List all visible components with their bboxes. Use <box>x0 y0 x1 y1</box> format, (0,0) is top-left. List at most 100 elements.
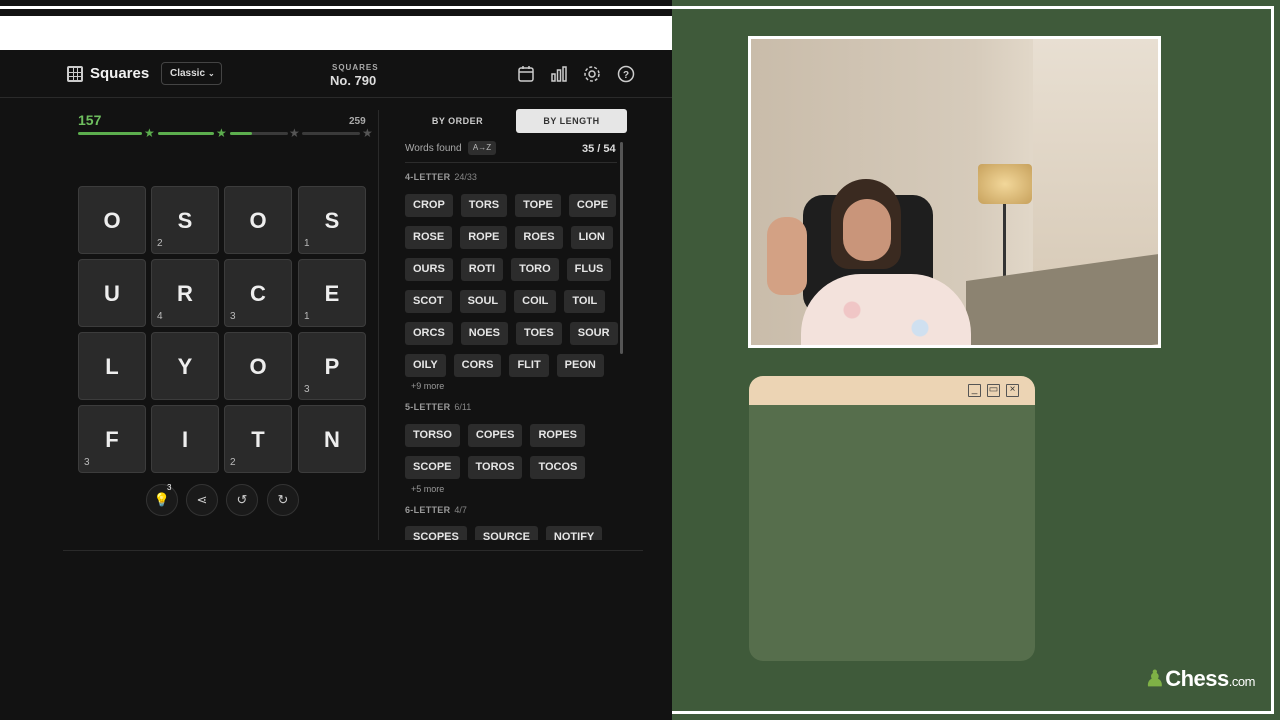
found-word[interactable]: TOES <box>515 322 562 345</box>
section-title: 6-LETTER <box>405 505 451 515</box>
found-word[interactable]: OURS <box>405 258 453 281</box>
found-word[interactable]: TORO <box>511 258 559 281</box>
found-word[interactable]: CROP <box>405 194 453 217</box>
more-words-link[interactable]: +5 more <box>411 484 444 494</box>
letter-tile[interactable]: F3 <box>78 405 146 473</box>
found-word[interactable]: TOROS <box>467 456 523 479</box>
rotate-left-button[interactable]: ↺ <box>226 484 258 516</box>
window-titlebar: _ ▭ × <box>749 376 1035 405</box>
letter-tile[interactable]: R4 <box>151 259 219 327</box>
found-word[interactable]: TORS <box>460 194 508 217</box>
progress-segment <box>158 132 214 135</box>
minimize-icon[interactable]: _ <box>968 384 981 397</box>
lamp-stand <box>1003 204 1006 284</box>
found-word[interactable]: TOCOS <box>530 456 586 479</box>
browser-bar <box>0 16 672 50</box>
list-divider <box>405 162 617 163</box>
person-hand <box>767 217 807 295</box>
word-row: SCOPES SOURCE NOTIFY <box>405 526 603 540</box>
letter-tile[interactable]: C3 <box>224 259 292 327</box>
letter-tile[interactable]: P3 <box>298 332 366 400</box>
scrollbar[interactable] <box>620 142 623 354</box>
found-word[interactable]: NOES <box>460 322 508 345</box>
star-icon: ★ <box>362 126 373 140</box>
letter-tile[interactable]: I <box>151 405 219 473</box>
settings-icon[interactable] <box>583 65 601 83</box>
found-word[interactable]: OILY <box>405 354 446 377</box>
tile-number: 4 <box>157 311 163 322</box>
found-word[interactable]: SOUR <box>569 322 618 345</box>
more-words-link[interactable]: +9 more <box>411 381 444 391</box>
tile-letter: F <box>105 427 119 452</box>
found-word[interactable]: COPE <box>568 194 617 217</box>
bottom-divider <box>63 550 643 551</box>
mode-label: Classic <box>170 68 206 79</box>
letter-tile[interactable]: O <box>78 186 146 254</box>
found-word[interactable]: ORCS <box>405 322 453 345</box>
letter-tile[interactable]: S2 <box>151 186 219 254</box>
found-word[interactable]: TORSO <box>405 424 460 447</box>
pawn-icon: ♟ <box>1145 666 1165 691</box>
found-word[interactable]: SCOPE <box>405 456 460 479</box>
close-icon[interactable]: × <box>1006 384 1019 397</box>
letter-tile[interactable]: E1 <box>298 259 366 327</box>
letter-tile[interactable]: L <box>78 332 146 400</box>
found-word[interactable]: SOURCE <box>474 526 538 540</box>
found-word[interactable]: ROSE <box>405 226 453 249</box>
stats-icon[interactable] <box>550 65 568 83</box>
found-word[interactable]: NOTIFY <box>545 526 603 540</box>
found-word[interactable]: SCOT <box>405 290 452 313</box>
found-word[interactable]: FLIT <box>509 354 549 377</box>
hint-button[interactable]: 💡 3 <box>146 483 178 516</box>
letter-tile[interactable]: N <box>298 405 366 473</box>
words-found-label: Words found <box>405 143 462 154</box>
tile-letter: S <box>324 208 340 233</box>
letter-tile[interactable]: U <box>78 259 146 327</box>
progress-fill <box>230 132 252 135</box>
word-row: ORCS NOES TOES SOUR <box>405 322 618 345</box>
rotate-right-button[interactable]: ↻ <box>267 484 299 516</box>
found-word[interactable]: LION <box>570 226 613 249</box>
found-word[interactable]: SCOPES <box>405 526 467 540</box>
found-word[interactable]: ROPE <box>460 226 508 249</box>
star-icon: ★ <box>216 126 227 140</box>
help-icon[interactable]: ? <box>617 65 635 83</box>
panel-divider <box>378 110 379 540</box>
tile-letter: O <box>249 354 267 379</box>
letter-tile[interactable]: T2 <box>224 405 292 473</box>
tile-number: 2 <box>157 238 163 249</box>
section-heading: 5-LETTER 6/11 <box>405 402 471 412</box>
tab-by-order[interactable]: BY ORDER <box>402 109 513 133</box>
letter-tile[interactable]: O <box>224 186 292 254</box>
section-count: 24/33 <box>454 172 477 182</box>
letter-tile[interactable]: O <box>224 332 292 400</box>
chevron-down-icon: ⌄ <box>208 69 215 78</box>
sort-button[interactable]: A→Z <box>468 141 496 155</box>
found-word[interactable]: TOIL <box>564 290 606 313</box>
found-word[interactable]: FLUS <box>566 258 612 281</box>
section-heading: 4-LETTER 24/33 <box>405 172 477 182</box>
tile-letter: I <box>181 427 189 452</box>
overlay-window: _ ▭ × <box>749 376 1035 661</box>
maximize-icon[interactable]: ▭ <box>987 384 1000 397</box>
word-row: OURS ROTI TORO FLUS <box>405 258 612 281</box>
found-word[interactable]: ROES <box>515 226 563 249</box>
found-word[interactable]: PEON <box>556 354 604 377</box>
found-word[interactable]: ROTI <box>460 258 504 281</box>
mode-dropdown[interactable]: Classic ⌄ <box>161 62 222 85</box>
found-word[interactable]: ROPES <box>530 424 585 447</box>
tab-by-length[interactable]: BY LENGTH <box>516 109 627 133</box>
share-button[interactable]: ⋖ <box>186 484 218 516</box>
letter-tile[interactable]: S1 <box>298 186 366 254</box>
tile-letter: T <box>251 427 265 452</box>
calendar-icon[interactable] <box>517 65 535 83</box>
found-word[interactable]: TOPE <box>515 194 561 217</box>
app-title: Squares <box>90 65 150 82</box>
found-word[interactable]: COIL <box>514 290 557 313</box>
tile-number: 3 <box>230 311 236 322</box>
puzzle-number: No. 790 <box>330 73 377 88</box>
found-word[interactable]: SOUL <box>459 290 507 313</box>
found-word[interactable]: CORS <box>453 354 502 377</box>
found-word[interactable]: COPES <box>467 424 523 447</box>
letter-tile[interactable]: Y <box>151 332 219 400</box>
